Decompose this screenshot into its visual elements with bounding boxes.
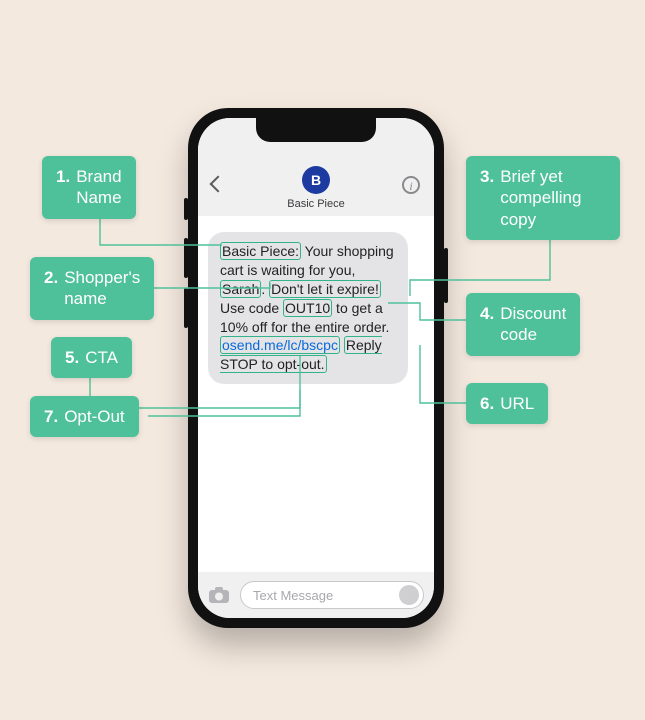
phone-mockup: i B Basic Piece Basic Piece: Your shoppi…: [188, 108, 444, 628]
avatar-initial: B: [311, 172, 321, 188]
annotation-text: CTA: [85, 347, 118, 368]
annotation-text: Discount code: [500, 303, 566, 346]
annotation-opt-out: 7. Opt-Out: [30, 396, 139, 437]
back-icon[interactable]: [210, 176, 227, 193]
message-text: Use code: [220, 300, 283, 316]
phone-side-button: [184, 198, 188, 220]
annotation-discount-code: 4. Discount code: [466, 293, 580, 356]
annotation-number: 1.: [56, 166, 70, 209]
highlight-brand-name: Basic Piece:: [220, 242, 301, 260]
annotation-text: Brief yet compelling copy: [500, 166, 581, 230]
phone-side-button: [444, 248, 448, 303]
annotation-shoppers-name: 2. Shopper's name: [30, 257, 154, 320]
annotation-text: Opt-Out: [64, 406, 124, 427]
annotation-number: 5.: [65, 347, 79, 368]
annotation-text: Shopper's name: [64, 267, 140, 310]
input-placeholder: Text Message: [253, 588, 333, 603]
annotation-number: 4.: [480, 303, 494, 346]
annotation-brief-copy: 3. Brief yet compelling copy: [466, 156, 620, 240]
camera-icon[interactable]: [208, 586, 230, 604]
info-icon[interactable]: i: [402, 176, 420, 194]
highlight-discount-code: OUT10: [283, 299, 332, 317]
text-message-input[interactable]: Text Message: [240, 581, 424, 609]
message-input-bar: Text Message: [198, 572, 434, 618]
annotation-text: URL: [500, 393, 534, 414]
annotation-number: 7.: [44, 406, 58, 427]
mic-icon[interactable]: [399, 585, 419, 605]
highlight-url[interactable]: osend.me/lc/bscpc: [220, 336, 340, 354]
annotation-cta: 5. CTA: [51, 337, 132, 378]
annotation-number: 2.: [44, 267, 58, 310]
phone-notch: [256, 118, 376, 142]
message-bubble: Basic Piece: Your shopping cart is waiti…: [208, 232, 408, 384]
contact-name: Basic Piece: [287, 198, 344, 210]
annotation-text: Brand Name: [76, 166, 121, 209]
annotation-number: 3.: [480, 166, 494, 230]
contact-avatar[interactable]: B: [302, 166, 330, 194]
message-text: .: [261, 281, 269, 297]
phone-screen: i B Basic Piece Basic Piece: Your shoppi…: [198, 118, 434, 618]
annotation-url: 6. URL: [466, 383, 548, 424]
annotation-brand-name: 1. Brand Name: [42, 156, 136, 219]
message-area: Basic Piece: Your shopping cart is waiti…: [198, 216, 434, 572]
phone-side-button: [184, 238, 188, 278]
phone-side-button: [184, 288, 188, 328]
highlight-shopper-name: Sarah: [220, 280, 261, 298]
highlight-brief-copy: Don't let it expire!: [269, 280, 381, 298]
annotation-number: 6.: [480, 393, 494, 414]
